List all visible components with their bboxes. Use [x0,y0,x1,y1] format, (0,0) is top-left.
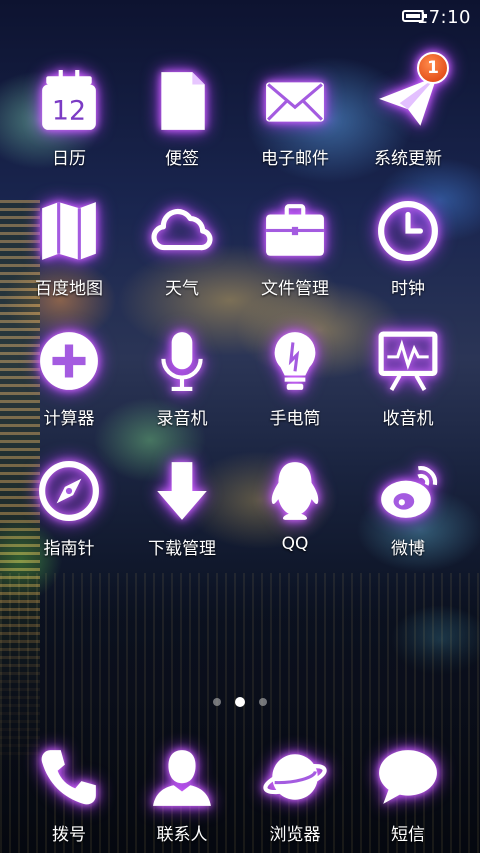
app-label: 录音机 [156,409,208,429]
speech-bubble-icon [373,742,443,812]
app-calculator[interactable]: 计算器 [13,326,125,446]
status-bar: 17:10 [0,0,480,34]
dock-contacts[interactable]: 联系人 [126,742,238,853]
update-badge: 1 [417,52,449,84]
app-label: QQ [281,534,309,554]
app-label: 拨号 [52,825,86,845]
page-indicator[interactable] [0,697,480,707]
app-weibo[interactable]: 微博 [352,456,464,576]
page-dot[interactable] [259,698,267,706]
cloud-icon [147,196,217,266]
briefcase-icon [260,196,330,266]
app-label: 短信 [391,825,425,845]
qq-penguin-icon [260,456,330,526]
app-notes[interactable]: 便签 [126,66,238,186]
app-label: 文件管理 [261,279,329,299]
microphone-icon [147,326,217,396]
app-qq[interactable]: QQ [239,456,351,576]
app-label: 联系人 [156,825,208,845]
app-calendar[interactable]: 12 日历 [13,66,125,186]
plus-circle-icon [34,326,104,396]
app-label: 天气 [165,279,199,299]
contact-person-icon [147,742,217,812]
app-label: 下载管理 [148,539,216,559]
app-label: 计算器 [43,409,95,429]
download-arrow-icon [147,456,217,526]
calendar-day: 12 [52,96,86,127]
app-baidu-map[interactable]: 百度地图 [13,196,125,316]
app-download-manager[interactable]: 下载管理 [126,456,238,576]
page-dot[interactable] [213,698,221,706]
weibo-icon [373,456,443,526]
clock-icon [373,196,443,266]
page-dot-current[interactable] [235,697,245,707]
dock-messages[interactable]: 短信 [352,742,464,853]
app-label: 百度地图 [35,279,103,299]
mail-icon [260,66,330,136]
status-time: 17:10 [416,7,471,28]
note-icon [147,66,217,136]
app-label: 系统更新 [374,149,442,169]
app-label: 手电筒 [269,409,321,429]
paper-plane-icon: 1 [373,52,449,136]
planet-browser-icon [260,742,330,812]
home-screen: 17:10 12 日历 便签 电子邮件 1 系统更新 百度地图 天气 文件管理 … [0,0,480,853]
app-label: 微博 [391,539,425,559]
app-label: 浏览器 [269,825,321,845]
phone-icon [34,742,104,812]
app-compass[interactable]: 指南针 [13,456,125,576]
dock-browser[interactable]: 浏览器 [239,742,351,853]
compass-icon [34,456,104,526]
app-recorder[interactable]: 录音机 [126,326,238,446]
app-clock[interactable]: 时钟 [352,196,464,316]
app-flashlight[interactable]: 手电筒 [239,326,351,446]
app-label: 时钟 [391,279,425,299]
app-label: 收音机 [382,409,434,429]
dock-dialer[interactable]: 拨号 [13,742,125,853]
app-label: 指南针 [43,539,95,559]
calendar-icon: 12 [34,66,104,136]
radio-monitor-icon [373,326,443,396]
app-file-manager[interactable]: 文件管理 [239,196,351,316]
app-label: 便签 [165,149,199,169]
app-email[interactable]: 电子邮件 [239,66,351,186]
app-radio[interactable]: 收音机 [352,326,464,446]
flashlight-icon [260,326,330,396]
app-label: 日历 [52,149,86,169]
app-label: 电子邮件 [261,149,329,169]
app-weather[interactable]: 天气 [126,196,238,316]
map-icon [34,196,104,266]
app-system-update[interactable]: 1 系统更新 [352,52,464,186]
